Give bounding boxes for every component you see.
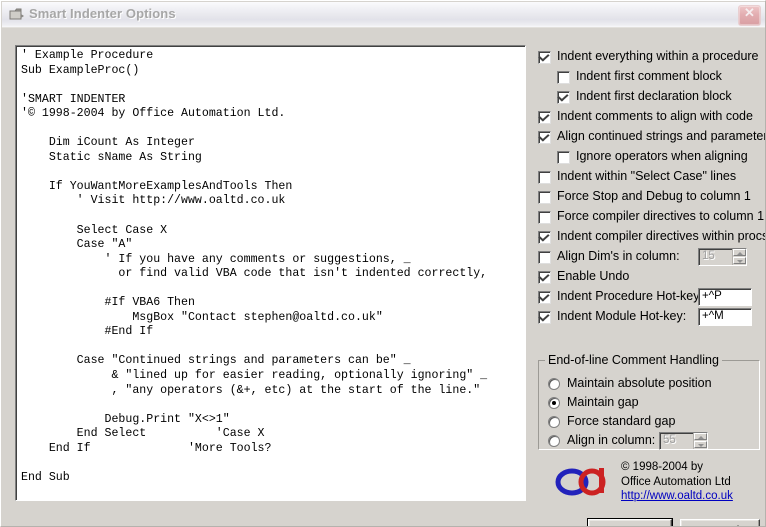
indent-first-declaration-block-checkbox[interactable] [557,91,570,104]
indent-module-hotkey-checkbox[interactable] [538,311,551,324]
eol-maintain-absolute-position-label: Maintain absolute position [567,376,712,390]
chevron-up-icon[interactable] [694,433,707,440]
option-row: Enable Undo [538,268,760,288]
align-dims-column-stepper-buttons[interactable] [732,249,746,265]
credit-line-1: © 1998-2004 by [621,461,704,473]
radio-row: Maintain gap [539,394,759,413]
option-row: Align continued strings and parameters [538,128,765,148]
indent-compiler-directives-within-procs-checkbox[interactable] [538,231,551,244]
indent-comments-align-with-code-label: Indent comments to align with code [557,109,753,123]
group-title: End-of-line Comment Handling [545,353,722,367]
oa-logo [555,462,613,498]
align-dims-in-column-label: Align Dim's in column: [557,249,680,263]
option-row: Force Stop and Debug to column 1 [538,188,760,208]
chevron-down-icon[interactable] [694,441,707,448]
option-row: Indent comments to align with code [538,108,760,128]
code-preview-text: ' Example Procedure Sub ExampleProc() 'S… [21,49,488,484]
indent-module-hotkey-label: Indent Module Hot-key: [557,309,687,323]
window-title: Smart Indenter Options [29,6,176,21]
option-row: Indent first comment block [538,68,760,88]
indent-first-comment-block-checkbox[interactable] [557,71,570,84]
force-compiler-directives-to-column-1-label: Force compiler directives to column 1 [557,209,765,223]
eol-align-column-stepper[interactable]: 55 [659,432,708,450]
option-row: Indent compiler directives within procs [538,228,765,248]
option-row: Ignore operators when aligning [538,148,760,168]
chevron-down-icon[interactable] [733,257,746,264]
indent-procedure-hotkey-label: Indent Procedure Hot-key: [557,289,703,303]
indent-within-select-case-lines-checkbox[interactable] [538,171,551,184]
eol-align-column-stepper-buttons[interactable] [693,433,707,449]
force-stop-and-debug-to-column-1-checkbox[interactable] [538,191,551,204]
option-row: Indent everything within a procedure [538,48,760,68]
indent-procedure-hotkey-input-value: +^P [702,290,722,302]
option-row: Indent first declaration block [538,88,760,108]
radio-row: Maintain absolute position [539,375,759,394]
eol-radio-list: Maintain absolute position Maintain gap Fo… [539,375,759,451]
dialog-client-area: ' Example Procedure Sub ExampleProc() 'S… [2,28,765,526]
code-preview-pane[interactable]: ' Example Procedure Sub ExampleProc() 'S… [15,45,526,501]
end-of-line-comment-handling-group: End-of-line Comment Handling Maintain ab… [538,353,760,451]
credit-lines: © 1998-2004 by Office Automation Ltd htt… [621,460,733,504]
credit-block: © 1998-2004 by Office Automation Ltd htt… [555,460,765,506]
indent-first-comment-block-label: Indent first comment block [576,69,722,83]
close-icon[interactable]: ✕ [738,5,761,26]
smart-indenter-options-window: Smart Indenter Options ✕ ' Example Proce… [0,0,766,527]
force-stop-and-debug-to-column-1-label: Force Stop and Debug to column 1 [557,189,751,203]
window-folder-icon [8,7,25,23]
eol-force-standard-gap-radio[interactable] [548,416,560,428]
radio-row: Force standard gap [539,413,759,432]
eol-align-in-column-label: Align in column: [567,433,656,447]
option-row: Indent Module Hot-key: +^M [538,308,760,328]
align-continued-strings-and-parameters-checkbox[interactable] [538,131,551,144]
eol-maintain-gap-radio[interactable] [548,397,560,409]
option-row: Indent within "Select Case" lines [538,168,760,188]
indent-everything-within-procedure-checkbox[interactable] [538,51,551,64]
indent-first-declaration-block-label: Indent first declaration block [576,89,732,103]
align-dims-in-column-checkbox[interactable] [538,251,551,264]
eol-maintain-gap-label: Maintain gap [567,395,639,409]
radio-row: Align in column: 55 [539,432,759,451]
indent-everything-within-procedure-label: Indent everything within a procedure [557,49,759,63]
option-row: Force compiler directives to column 1 [538,208,764,228]
indent-comments-align-with-code-checkbox[interactable] [538,111,551,124]
align-continued-strings-and-parameters-label: Align continued strings and parameters [557,129,766,143]
align-dims-column-stepper[interactable]: 15 [698,248,747,266]
enable-undo-checkbox[interactable] [538,271,551,284]
eol-force-standard-gap-label: Force standard gap [567,414,676,428]
option-row: Indent Procedure Hot-key: +^P [538,288,760,308]
close-glyph: ✕ [744,5,755,20]
chevron-up-icon[interactable] [733,249,746,256]
title-bar: Smart Indenter Options ✕ [2,2,765,28]
indent-compiler-directives-within-procs-label: Indent compiler directives within procs [557,229,766,243]
eol-align-in-column-radio[interactable] [548,435,560,447]
enable-undo-label: Enable Undo [557,269,630,283]
ok-button[interactable]: OK [587,518,673,526]
indent-module-hotkey-input[interactable]: +^M [698,308,752,326]
option-row: Align Dim's in column: 15 [538,248,760,268]
indent-procedure-hotkey-input[interactable]: +^P [698,288,752,306]
credit-line-2: Office Automation Ltd [621,475,731,488]
ignore-operators-when-aligning-checkbox[interactable] [557,151,570,164]
indent-module-hotkey-input-value: +^M [702,310,724,322]
align-dims-column-stepper-value: 15 [702,250,715,262]
options-list: Indent everything within a procedure Inde… [538,48,765,328]
oaltd-website-link[interactable]: http://www.oaltd.co.uk [621,490,733,502]
eol-maintain-absolute-position-radio[interactable] [548,378,560,390]
cancel-button[interactable]: Cancel [680,519,760,526]
eol-align-column-stepper-value: 55 [663,434,676,446]
ignore-operators-when-aligning-label: Ignore operators when aligning [576,149,748,163]
indent-procedure-hotkey-checkbox[interactable] [538,291,551,304]
indent-within-select-case-lines-label: Indent within "Select Case" lines [557,169,737,183]
force-compiler-directives-to-column-1-checkbox[interactable] [538,211,551,224]
